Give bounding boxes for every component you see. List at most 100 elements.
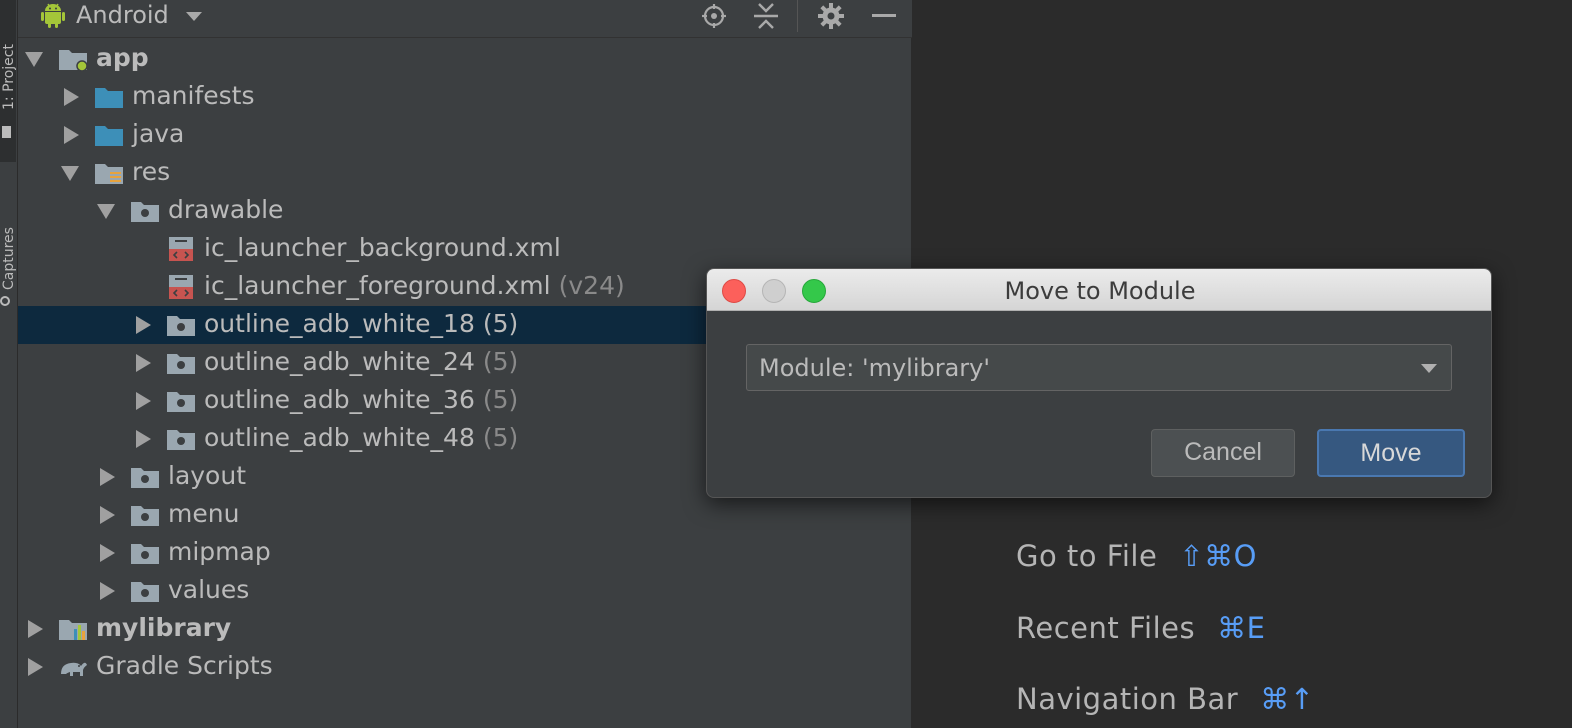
module-select-value: Module: 'mylibrary' [759, 354, 990, 382]
project-tool-tab[interactable]: 1: Project [0, 0, 17, 162]
tree-row-text: outline_adb_white_48 [204, 423, 475, 452]
collapse-all-icon[interactable] [752, 2, 780, 30]
package-folder-icon [166, 426, 196, 452]
tree-row[interactable]: res [18, 154, 912, 192]
tree-row-count: (5) [482, 385, 519, 414]
tree-row-label: layout [168, 461, 246, 490]
tree-row-count: (v24) [558, 271, 625, 300]
tree-row-count: (5) [482, 309, 519, 338]
cancel-button[interactable]: Cancel [1151, 429, 1295, 477]
tree-row-text: outline_adb_white_36 [204, 385, 475, 414]
expand-arrow-right-icon[interactable] [100, 468, 115, 486]
tree-row-text: menu [168, 499, 240, 528]
tree-row-text: drawable [168, 195, 284, 224]
expand-arrow-down-icon[interactable] [61, 166, 79, 181]
module-icon [58, 46, 88, 72]
tree-row[interactable]: mylibrary [18, 610, 912, 648]
tree-row-label: manifests [132, 81, 255, 110]
view-mode-selector[interactable]: Android [76, 1, 169, 29]
tree-row[interactable]: values [18, 572, 912, 610]
project-tab-label: 1: Project [1, 44, 17, 110]
captures-tab-label[interactable]: Captures [1, 180, 17, 290]
tree-row-count: (5) [482, 423, 519, 452]
tree-row-text: res [132, 157, 171, 186]
expand-arrow-right-icon[interactable] [100, 544, 115, 562]
expand-arrow-right-icon[interactable] [64, 126, 79, 144]
project-tab-icon [2, 126, 11, 138]
tree-row-label: outline_adb_white_24 (5) [204, 347, 518, 376]
project-panel-header: Android [18, 0, 912, 38]
tree-row-label: menu [168, 499, 239, 528]
tree-row-label: values [168, 575, 249, 604]
expand-arrow-right-icon[interactable] [28, 620, 43, 638]
tree-row-text: outline_adb_white_18 [204, 309, 475, 338]
tree-row-text: java [132, 119, 185, 148]
move-button[interactable]: Move [1317, 429, 1465, 477]
package-folder-icon [166, 388, 196, 414]
expand-arrow-right-icon[interactable] [136, 316, 151, 334]
hint-label: Navigation Bar [1016, 682, 1239, 716]
gradle-icon [58, 654, 88, 680]
package-folder-icon [130, 502, 160, 528]
tree-row[interactable]: manifests [18, 78, 912, 116]
tree-row-label: mipmap [168, 537, 271, 566]
tree-row-label: mylibrary [96, 613, 231, 642]
package-folder-icon [130, 540, 160, 566]
dialog-titlebar[interactable]: Move to Module [707, 269, 1491, 311]
tool-window-strip: 1: Project Captures [0, 0, 18, 728]
tree-row-label: outline_adb_white_18 (5) [204, 309, 518, 338]
expand-arrow-down-icon[interactable] [97, 204, 115, 219]
hint-go-to-file: Go to File ⇧⌘O [1016, 539, 1257, 573]
tree-row[interactable]: mipmap [18, 534, 912, 572]
package-folder-icon [166, 312, 196, 338]
hint-label: Recent Files [1016, 611, 1196, 645]
package-folder-icon [130, 578, 160, 604]
res-folder-icon [94, 160, 124, 186]
captures-tab-icon [0, 296, 10, 306]
package-folder-icon [130, 198, 160, 224]
tree-row-text: manifests [132, 81, 255, 110]
hint-shortcut: ⌘E [1217, 611, 1266, 645]
expand-arrow-right-icon[interactable] [100, 582, 115, 600]
hint-shortcut: ⌘↑ [1260, 682, 1315, 716]
expand-arrow-right-icon[interactable] [136, 392, 151, 410]
tree-row-label: ic_launcher_foreground.xml (v24) [204, 271, 625, 300]
tree-row-label: res [132, 157, 170, 186]
expand-arrow-right-icon[interactable] [136, 430, 151, 448]
module-select[interactable]: Module: 'mylibrary' [746, 344, 1452, 391]
folder-icon [94, 122, 124, 148]
xml-file-icon [166, 274, 196, 300]
gear-icon[interactable] [817, 2, 845, 30]
tree-row-label: outline_adb_white_36 (5) [204, 385, 518, 414]
expand-arrow-right-icon[interactable] [100, 506, 115, 524]
tree-row-text: ic_launcher_background.xml [204, 233, 561, 262]
chevron-down-icon[interactable] [186, 12, 202, 21]
tree-row[interactable]: ic_launcher_background.xml [18, 230, 912, 268]
expand-arrow-right-icon[interactable] [28, 658, 43, 676]
tree-row-text: layout [168, 461, 247, 490]
tree-row[interactable]: Gradle Scripts [18, 648, 912, 686]
expand-arrow-right-icon[interactable] [64, 88, 79, 106]
tree-row-label: ic_launcher_background.xml [204, 233, 561, 262]
tree-row[interactable]: java [18, 116, 912, 154]
tree-row-label: Gradle Scripts [96, 651, 273, 680]
tree-row-text: values [168, 575, 250, 604]
minimize-icon[interactable] [870, 2, 898, 30]
tree-row-text: app [96, 43, 149, 72]
tree-row[interactable]: menu [18, 496, 912, 534]
hint-navigation-bar: Navigation Bar ⌘↑ [1016, 682, 1315, 716]
tree-row-label: outline_adb_white_48 (5) [204, 423, 518, 452]
expand-arrow-down-icon[interactable] [25, 52, 43, 67]
folder-icon [94, 84, 124, 110]
locate-icon[interactable] [700, 2, 728, 30]
xml-file-icon [166, 236, 196, 262]
library-module-icon [58, 616, 88, 642]
hint-shortcut: ⇧⌘O [1179, 539, 1257, 573]
move-to-module-dialog: Move to Module Module: 'mylibrary' Cance… [706, 268, 1492, 498]
tree-row-label: app [96, 43, 149, 72]
tree-row[interactable]: drawable [18, 192, 912, 230]
expand-arrow-right-icon[interactable] [136, 354, 151, 372]
tree-row[interactable]: app [18, 40, 912, 78]
android-icon [41, 3, 65, 28]
dialog-title: Move to Module [1004, 277, 1196, 305]
